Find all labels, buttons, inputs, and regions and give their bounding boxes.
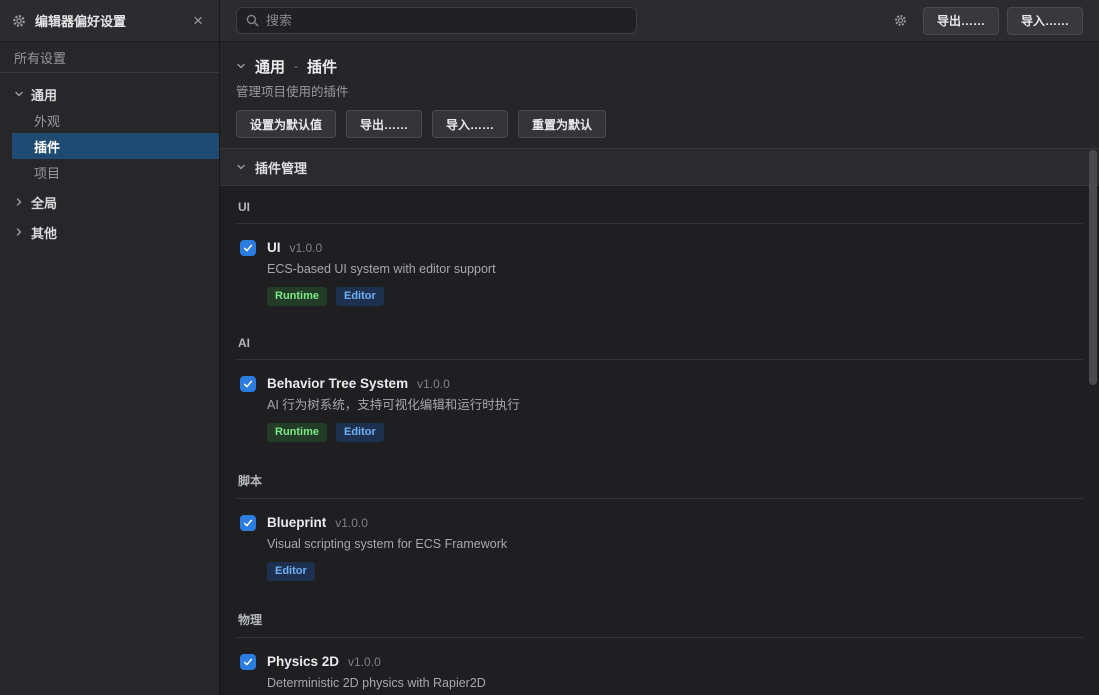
plugin-row-physics-2d: Physics 2D v1.0.0 Deterministic 2D physics… [236,638,1083,695]
plugin-name-row: Behavior Tree System v1.0.0 [267,376,520,392]
sidebar-item-project[interactable]: 项目 [12,159,219,185]
breadcrumb[interactable]: 通用 - 插件 [236,56,1083,76]
section-title: 插件管理 [255,158,307,177]
page-description: 管理项目使用的插件 [236,81,1083,100]
plugin-name-row: UI v1.0.0 [267,240,496,256]
plugin-info: UI v1.0.0 ECS-based UI system with editor … [267,240,496,306]
plugin-version: v1.0.0 [348,655,381,669]
export-settings-button[interactable]: 导出…… [923,7,999,35]
plugin-row-blueprint: Blueprint v1.0.0 Visual scripting system f… [236,499,1083,581]
import-button[interactable]: 导入…… [432,110,508,138]
export-button[interactable]: 导出…… [346,110,422,138]
scrollbar-thumb[interactable] [1089,150,1097,385]
breadcrumb-separator: - [294,59,298,73]
plugin-info: Blueprint v1.0.0 Visual scripting system f… [267,515,507,581]
plugin-name: Blueprint [267,515,326,530]
plugin-enabled-checkbox[interactable] [240,240,256,256]
chevron-down-icon [14,89,24,99]
chevron-right-icon [14,197,24,207]
page-header: 通用 - 插件 管理项目使用的插件 设置为默认值导出…… 导入…… 重置为默认 [220,42,1099,149]
category-label: UI [236,186,1083,224]
plugin-version: v1.0.0 [290,241,323,255]
chevron-right-icon [14,227,24,237]
all-settings-label: 所有设置 [14,48,66,67]
action-buttons: 设置为默认值导出…… 导入…… 重置为默认 [236,110,1083,138]
plugin-name: UI [267,240,281,255]
window-title: 编辑器偏好设置 [35,11,180,30]
plugin-info: Physics 2D v1.0.0 Deterministic 2D physics… [267,654,486,695]
settings-tree: 通用外观插件项目全局其他 [0,73,219,245]
category-label: 脚本 [236,442,1083,499]
sidebar: 编辑器偏好设置 × 所有设置 通用外观插件项目全局其他 [0,0,220,695]
plugin-version: v1.0.0 [335,516,368,530]
search-box[interactable] [236,7,637,34]
tag-editor: Editor [336,287,384,306]
sidebar-item-label: 项目 [34,163,60,182]
plugin-description: Visual scripting system for ECS Framewor… [267,536,507,553]
preferences-window: 编辑器偏好设置 × 所有设置 通用外观插件项目全局其他 [0,0,1099,695]
plugin-category-ai: AI Behavior Tree System v1.0.0 AI 行为树系统，支持可… [236,306,1083,442]
category-label: AI [236,306,1083,360]
plugin-enabled-checkbox[interactable] [240,376,256,392]
sidebar-item-label: 插件 [34,137,60,156]
plugin-tags: Editor [267,562,507,581]
plugin-category-物理: 物理 Physics 2D v1.0.0 Deterministic 2D physi… [236,581,1083,695]
plugin-description: ECS-based UI system with editor support [267,261,496,278]
sidebar-group-other: 其他 [12,219,219,245]
gear-icon [12,14,26,28]
plugin-enabled-checkbox[interactable] [240,515,256,531]
search-input[interactable] [266,13,627,28]
tag-editor: Editor [336,423,384,442]
sidebar-group-label: 其他 [31,223,57,242]
plugin-name-row: Blueprint v1.0.0 [267,515,507,531]
sidebar-group-header-other[interactable]: 其他 [12,219,219,245]
plugin-row-behavior-tree-system: Behavior Tree System v1.0.0 AI 行为树系统，支持可视化… [236,360,1083,442]
sidebar-item-appearance[interactable]: 外观 [12,107,219,133]
sidebar-group-general: 通用外观插件项目 [12,81,219,185]
set-default-button[interactable]: 设置为默认值 [236,110,336,138]
tag-runtime: Runtime [267,423,327,442]
chevron-down-icon [236,162,246,172]
breadcrumb-current: 插件 [307,56,337,77]
close-icon[interactable]: × [189,10,207,31]
plugin-category-脚本: 脚本 Blueprint v1.0.0 Visual scripting system… [236,442,1083,581]
search-icon [246,14,259,27]
sidebar-group-header-general[interactable]: 通用 [12,81,219,107]
plugin-list: UI UI v1.0.0 ECS-based UI system with edito… [220,186,1099,695]
sidebar-item-label: 外观 [34,111,60,130]
plugin-category-ui: UI UI v1.0.0 ECS-based UI system with edito… [236,186,1083,306]
topbar: 导出…… 导入…… [220,0,1099,42]
plugin-description: AI 行为树系统，支持可视化编辑和运行时执行 [267,397,520,414]
plugin-info: Behavior Tree System v1.0.0 AI 行为树系统，支持可视化… [267,376,520,442]
plugin-tags: Runtime Editor [267,423,520,442]
import-settings-button[interactable]: 导入…… [1007,7,1083,35]
sidebar-group-label: 全局 [31,193,57,212]
tag-runtime: Runtime [267,287,327,306]
plugin-name-row: Physics 2D v1.0.0 [267,654,486,670]
main-panel: 导出…… 导入…… 通用 - 插件 管理项目使用的插件 设置为默认值导出……导入… [220,0,1099,695]
sidebar-item-plugins[interactable]: 插件 [12,133,219,159]
chevron-down-icon [236,61,246,71]
tag-editor: Editor [267,562,315,581]
plugin-tags: Runtime Editor [267,287,496,306]
plugin-enabled-checkbox[interactable] [240,654,256,670]
plugin-description: Deterministic 2D physics with Rapier2D [267,675,486,692]
settings-gear-icon[interactable] [894,14,907,27]
reset-button[interactable]: 重置为默认 [518,110,606,138]
plugin-name: Physics 2D [267,654,339,669]
category-label: 物理 [236,581,1083,638]
breadcrumb-parent: 通用 [255,56,285,77]
sidebar-group-global: 全局 [12,189,219,215]
plugin-row-ui: UI v1.0.0 ECS-based UI system with editor … [236,224,1083,306]
plugin-version: v1.0.0 [417,377,450,391]
window-titlebar: 编辑器偏好设置 × [0,0,219,42]
section-plugin-management[interactable]: 插件管理 [220,149,1099,186]
sidebar-group-label: 通用 [31,85,57,104]
sidebar-group-header-global[interactable]: 全局 [12,189,219,215]
plugin-name: Behavior Tree System [267,376,408,391]
sidebar-item-all-settings[interactable]: 所有设置 [0,42,219,73]
